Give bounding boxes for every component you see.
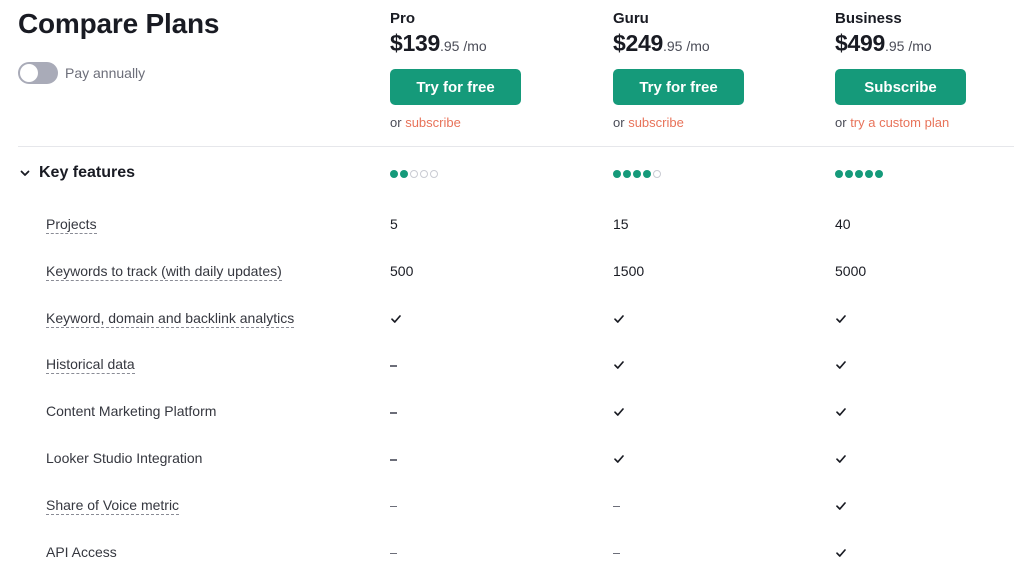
chevron-down-icon — [20, 170, 30, 176]
price-main: $499 — [835, 30, 885, 56]
level-dot-filled — [835, 170, 843, 178]
check-icon — [613, 356, 625, 371]
alt-action: or subscribe — [390, 115, 590, 130]
try-for-free-button[interactable]: Try for free — [613, 69, 744, 105]
feature-value: 40 — [835, 216, 851, 232]
subscribe-link[interactable]: subscribe — [405, 115, 461, 130]
check-icon — [390, 310, 402, 325]
toggle-switch[interactable] — [18, 62, 58, 84]
check-icon — [835, 403, 847, 418]
plan-price: $499.95 /mo — [835, 30, 1024, 57]
feature-value: 5000 — [835, 262, 867, 279]
page-title: Compare Plans — [18, 8, 220, 39]
plan-level-dots — [835, 170, 883, 178]
feature-value: 1500 — [613, 262, 645, 279]
header-divider — [18, 146, 1014, 147]
feature-label[interactable]: Keyword, domain and backlink analytics — [46, 310, 295, 328]
feature-row: Keywords to track (with daily updates) 50… — [0, 263, 1024, 287]
alt-action: or try a custom plan — [835, 115, 1024, 130]
plan-level-dots — [613, 170, 661, 178]
alt-prefix: or — [835, 115, 847, 130]
feature-row: API Access — [0, 544, 1024, 568]
level-dot-filled — [875, 170, 883, 178]
plan-column-pro: Pro $139.95 /mo Try for free or subscrib… — [390, 10, 590, 130]
feature-label: Looker Studio Integration — [46, 450, 203, 466]
toggle-label: Pay annually — [65, 65, 146, 81]
check-icon — [613, 450, 625, 465]
feature-label: Content Marketing Platform — [46, 403, 217, 420]
plan-name: Pro — [390, 10, 416, 27]
level-dot-filled — [865, 170, 873, 178]
feature-label[interactable]: Historical data — [46, 356, 135, 375]
plan-column-guru: Guru $249.95 /mo Try for free or subscri… — [613, 10, 813, 130]
price-cents: .95 /mo — [439, 38, 487, 54]
feature-label[interactable]: Projects — [46, 216, 97, 234]
plan-price: $249.95 /mo — [613, 30, 813, 57]
feature-label[interactable]: Keywords to track (with daily updates) — [46, 263, 282, 281]
check-icon — [835, 356, 847, 371]
alt-prefix: or — [613, 115, 625, 130]
plan-name: Business — [835, 10, 902, 27]
feature-value: 500 — [390, 262, 414, 279]
custom-plan-link[interactable]: try a custom plan — [850, 115, 949, 130]
feature-value: 5 — [390, 216, 398, 232]
level-dot-filled — [633, 170, 641, 178]
level-dot-empty — [410, 170, 418, 178]
plan-name: Guru — [613, 10, 649, 27]
price-main: $249 — [613, 30, 663, 56]
feature-row: Historical data — [0, 356, 1024, 380]
subscribe-button[interactable]: Subscribe — [835, 69, 966, 105]
toggle-knob — [20, 64, 38, 82]
level-dot-empty — [653, 170, 661, 178]
dash-icon — [390, 450, 397, 461]
dash-icon — [613, 497, 620, 508]
subscribe-link[interactable]: subscribe — [628, 115, 684, 130]
dash-icon — [613, 544, 620, 555]
check-icon — [835, 310, 847, 325]
feature-label[interactable]: Share of Voice metric — [46, 497, 180, 515]
section-title: Key features — [39, 164, 136, 181]
feature-value: 15 — [613, 216, 629, 232]
feature-row: Projects 5 15 40 — [0, 216, 1024, 240]
level-dot-filled — [845, 170, 853, 178]
alt-prefix: or — [390, 115, 402, 130]
feature-label: API Access — [46, 543, 117, 560]
check-icon — [613, 403, 625, 418]
level-dot-empty — [430, 170, 438, 178]
feature-row: Keyword, domain and backlink analytics — [0, 310, 1024, 334]
dash-icon — [390, 356, 397, 367]
check-icon — [835, 450, 847, 465]
level-dot-filled — [390, 170, 398, 178]
check-icon — [613, 310, 625, 325]
level-dot-filled — [613, 170, 621, 178]
key-features-toggle[interactable]: Key features — [18, 164, 135, 182]
price-main: $139 — [390, 30, 440, 56]
dash-icon — [390, 403, 397, 414]
feature-row: Looker Studio Integration — [0, 450, 1024, 474]
plan-level-dots — [390, 170, 438, 178]
check-icon — [835, 497, 847, 512]
level-dot-empty — [420, 170, 428, 178]
level-dot-filled — [400, 170, 408, 178]
plan-price: $139.95 /mo — [390, 30, 590, 57]
dash-icon — [390, 497, 397, 508]
plan-column-business: Business $499.95 /mo Subscribe or try a … — [835, 10, 1024, 130]
check-icon — [835, 544, 847, 559]
level-dot-filled — [855, 170, 863, 178]
dash-icon — [390, 544, 397, 555]
alt-action: or subscribe — [613, 115, 813, 130]
feature-row: Content Marketing Platform — [0, 403, 1024, 427]
level-dot-filled — [623, 170, 631, 178]
price-cents: .95 /mo — [884, 38, 932, 54]
level-dot-filled — [643, 170, 651, 178]
try-for-free-button[interactable]: Try for free — [390, 69, 521, 105]
feature-row: Share of Voice metric — [0, 497, 1024, 521]
pay-annually-toggle[interactable]: Pay annually — [18, 62, 145, 84]
price-cents: .95 /mo — [662, 38, 710, 54]
